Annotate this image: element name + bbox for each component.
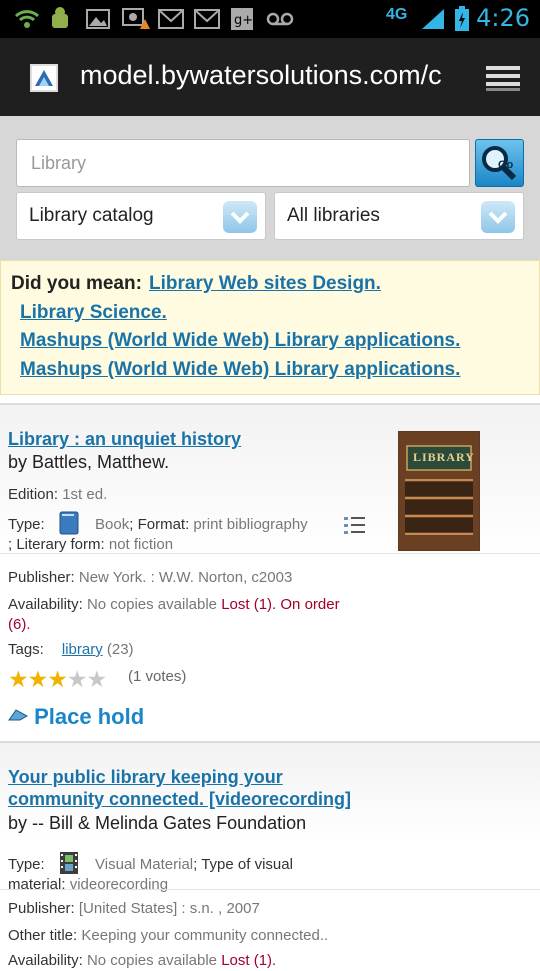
other-title-value: Keeping your community connected.. [81, 927, 329, 944]
place-hold-label: Place hold [34, 704, 145, 729]
search-panel: Library Go Library catalog All libraries [0, 116, 540, 260]
library-select[interactable]: All libraries [274, 192, 524, 240]
tag-link[interactable]: library [62, 641, 103, 658]
type-label: Type: [8, 516, 45, 533]
availability-value: No copies available [86, 952, 218, 969]
did-you-mean-box: Did you mean: Library Web sites Design. … [0, 260, 540, 395]
star-icon[interactable]: ★ [28, 666, 49, 692]
publisher-value: [United States] : s.n. , 2007 [78, 900, 260, 917]
tags-row: Tags: library (23) [8, 641, 134, 658]
literary-form-value: not fiction [108, 536, 174, 553]
result-author: by Battles, Matthew. [8, 452, 170, 472]
photo-alert-icon [122, 6, 150, 32]
type-value: Visual Material [95, 856, 194, 873]
browser-url-bar[interactable]: model.bywatersolutions.com/c [0, 38, 540, 116]
library-select-value: All libraries [287, 205, 380, 226]
visual-type-label-cont: material: [8, 876, 66, 893]
chevron-down-icon [223, 201, 257, 233]
place-hold-button[interactable]: Place hold [8, 702, 144, 730]
url-text[interactable]: model.bywatersolutions.com/c [80, 60, 460, 91]
star-rating[interactable]: ★★★★★ [8, 666, 108, 693]
network-type: 4G [386, 6, 408, 23]
wifi-icon [14, 6, 40, 32]
literary-form-label: ; Literary form: [8, 536, 105, 553]
publisher-label: Publisher: [8, 569, 75, 586]
site-favicon [30, 64, 58, 92]
star-icon[interactable]: ★ [47, 666, 68, 692]
battery-icon [454, 6, 470, 32]
edition-row: Edition: 1st ed. [8, 485, 107, 505]
gmail-icon [194, 6, 220, 32]
publisher-row: Publisher: New York. : W.W. Norton, c200… [8, 568, 292, 588]
visual-type-value: videorecording [69, 876, 169, 893]
visual-type-label: ; Type of visual [193, 856, 293, 873]
edition-label: Edition: [8, 486, 59, 503]
availability-row: Availability: No copies available Lost (… [8, 595, 388, 635]
book-cover-title: LIBRARY [413, 450, 475, 464]
edition-value: 1st ed. [62, 486, 108, 503]
availability-label: Availability: [8, 952, 83, 969]
voicemail-icon [266, 6, 294, 32]
publisher-row: Publisher: [United States] : s.n. , 2007 [8, 899, 260, 919]
suggestion-link[interactable]: Mashups (World Wide Web) Library applica… [20, 359, 460, 381]
svg-text:Go: Go [498, 159, 514, 171]
lost-status: Lost (1). [221, 596, 277, 613]
type-label: Type: [8, 856, 45, 873]
divider [0, 889, 540, 890]
format-label: ; Format: [129, 516, 190, 533]
divider [0, 553, 540, 554]
star-icon[interactable]: ★ [67, 666, 88, 692]
publisher-label: Publisher: [8, 900, 75, 917]
google-plus-icon: g+ [230, 6, 254, 32]
tag-count: (23) [106, 641, 134, 658]
star-icon[interactable]: ★ [8, 666, 29, 692]
publisher-value: New York. : W.W. Norton, c2003 [78, 569, 293, 586]
hold-icon [8, 702, 29, 721]
type-row: Type: Book; Format: print bibliography ;… [8, 511, 378, 555]
svg-text:g+: g+ [234, 13, 253, 28]
other-title-row: Other title: Keeping your community conn… [8, 926, 328, 946]
suggestion-link[interactable]: Library Science. [20, 302, 167, 324]
result-author: by -- Bill & Melinda Gates Foundation [8, 813, 307, 833]
format-value: print bibliography [193, 516, 308, 533]
vote-count: (1 votes) [128, 668, 187, 685]
book-icon [59, 511, 79, 535]
status-bar: g+ 4G 4:26 [0, 0, 540, 38]
search-input[interactable]: Library [16, 139, 470, 187]
did-you-mean-label: Did you mean: [11, 273, 142, 294]
catalog-select[interactable]: Library catalog [16, 192, 266, 240]
film-icon [59, 851, 79, 875]
result-title-link[interactable]: Library : an unquiet history [8, 429, 241, 450]
result-title-link[interactable]: Your public library keeping your [8, 767, 283, 788]
list-icon [344, 516, 366, 541]
search-go-button[interactable]: Go [475, 139, 524, 187]
search-result: Library : an unquiet history by Battles,… [0, 403, 540, 743]
availability-value: No copies available [86, 596, 218, 613]
on-order-count: (6). [8, 616, 31, 633]
search-result: Your public library keeping your communi… [0, 741, 540, 969]
tabs-menu-icon[interactable] [486, 64, 522, 92]
type-value: Book [95, 516, 130, 533]
image-icon [86, 6, 110, 32]
suggestion-link[interactable]: Mashups (World Wide Web) Library applica… [20, 330, 460, 352]
android-icon [48, 6, 72, 32]
book-cover-image[interactable]: LIBRARY [398, 431, 480, 551]
tags-label: Tags: [8, 641, 44, 658]
star-icon[interactable]: ★ [87, 666, 108, 692]
chevron-down-icon [481, 201, 515, 233]
suggestion-link[interactable]: Library Web sites Design. [149, 273, 381, 295]
lost-status: Lost (1). [221, 952, 277, 969]
signal-icon [420, 6, 446, 32]
result-title-link[interactable]: community connected. [videorecording] [8, 789, 351, 810]
other-title-label: Other title: [8, 927, 78, 944]
on-order-status: On order [280, 596, 340, 613]
catalog-select-value: Library catalog [29, 205, 154, 226]
clock: 4:26 [476, 4, 530, 32]
availability-label: Availability: [8, 596, 83, 613]
gmail-icon [158, 6, 184, 32]
availability-row: Availability: No copies available Lost (… [8, 951, 276, 971]
